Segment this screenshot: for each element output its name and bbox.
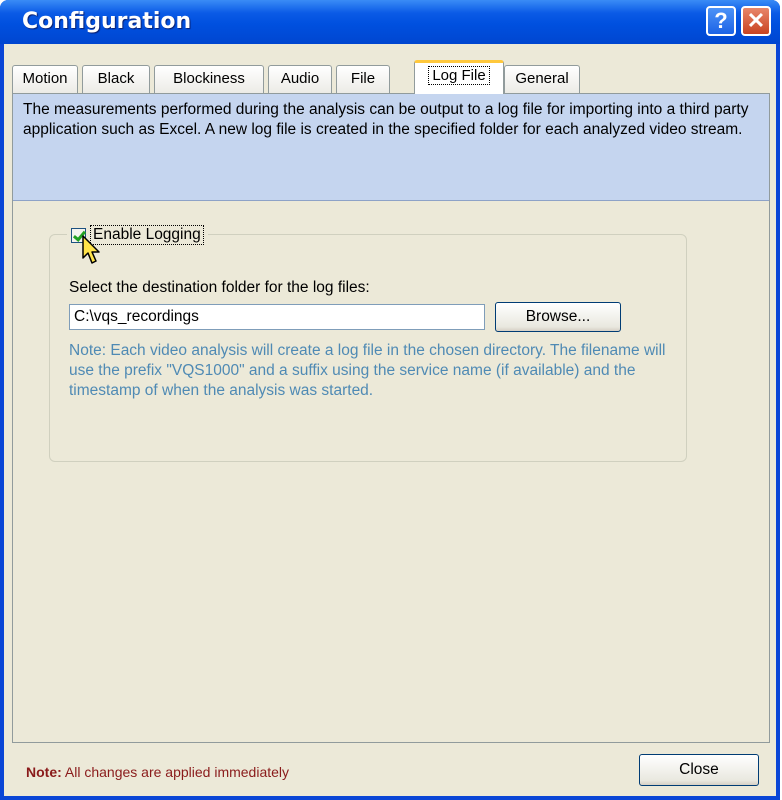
footer-note-text: All changes are applied immediately: [61, 764, 290, 780]
mouse-cursor-icon: [82, 235, 100, 264]
destination-folder-input[interactable]: [69, 304, 485, 330]
footer-note: Note: All changes are applied immediatel…: [26, 764, 289, 780]
log-file-note: Note: Each video analysis will create a …: [69, 342, 666, 399]
window-close-button[interactable]: ✕: [741, 6, 771, 36]
destination-folder-label: Select the destination folder for the lo…: [69, 279, 370, 296]
tab-motion[interactable]: Motion: [12, 65, 78, 93]
enable-logging-label[interactable]: Enable Logging: [90, 225, 204, 245]
log-file-panel: The measurements performed during the an…: [12, 93, 770, 743]
title-bar[interactable]: Configuration ? ✕: [0, 0, 780, 44]
tab-black[interactable]: Black: [82, 65, 150, 93]
tab-blockiness[interactable]: Blockiness: [154, 65, 264, 93]
dialog-client-area: Motion Black Blockiness Audio File Log F…: [4, 44, 776, 796]
help-button[interactable]: ?: [706, 6, 736, 36]
info-description: The measurements performed during the an…: [13, 94, 769, 201]
close-button[interactable]: Close: [639, 754, 759, 786]
tab-file[interactable]: File: [336, 65, 390, 93]
window-title: Configuration: [22, 9, 192, 34]
tab-audio[interactable]: Audio: [268, 65, 332, 93]
footer-note-bold: Note:: [26, 764, 62, 780]
configuration-window: Configuration ? ✕ Motion Black Blockines…: [0, 0, 780, 800]
tab-log-file[interactable]: Log File: [414, 60, 504, 94]
tab-general[interactable]: General: [504, 65, 580, 93]
browse-button[interactable]: Browse...: [495, 302, 621, 332]
